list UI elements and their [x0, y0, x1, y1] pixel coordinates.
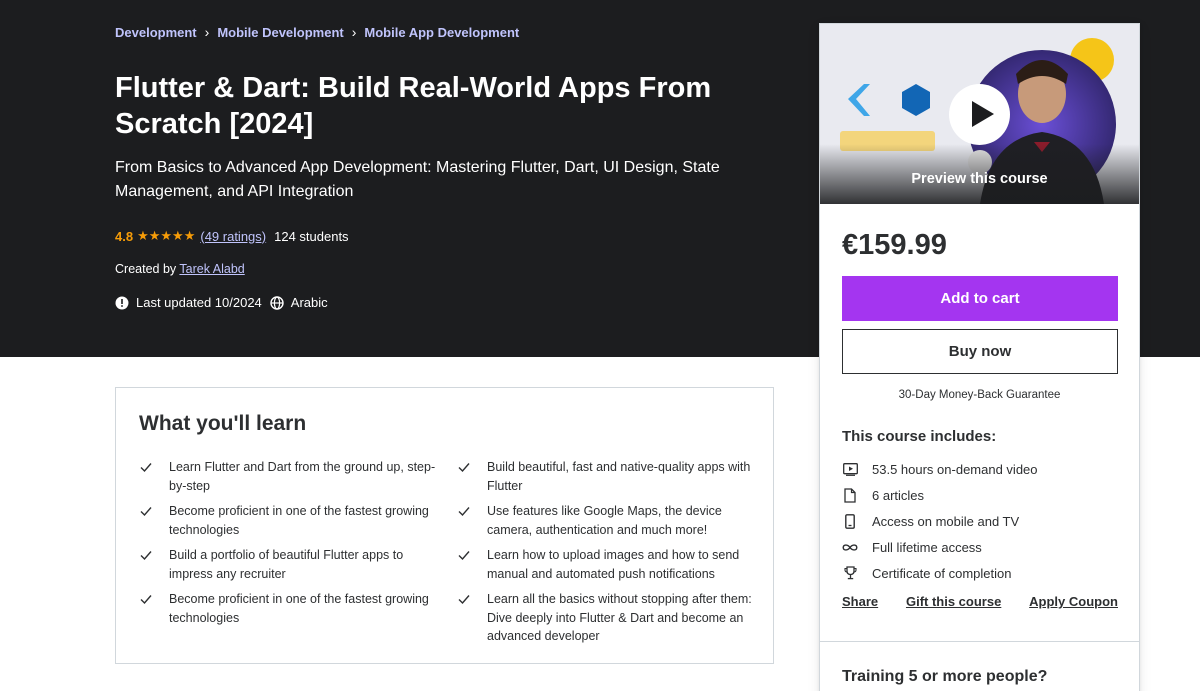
includes-item-text: Access on mobile and TV [872, 513, 1020, 529]
share-link[interactable]: Share [842, 594, 878, 609]
rating-value: 4.8 [115, 228, 134, 244]
rating-row: 4.8 ★★★★★ (49 ratings) 124 students [115, 228, 349, 244]
includes-item-text: 53.5 hours on-demand video [872, 461, 1038, 477]
includes-item: 53.5 hours on-demand video [842, 456, 1038, 482]
card-links: Share Gift this course Apply Coupon [842, 594, 1118, 609]
learn-item: Build beautiful, fast and native-quality… [457, 458, 757, 495]
course-preview[interactable]: Preview this course [820, 24, 1139, 204]
includes-item: Access on mobile and TV [842, 508, 1038, 534]
gift-course-link[interactable]: Gift this course [906, 594, 1001, 609]
learn-item: Learn how to upload images and how to se… [457, 546, 757, 583]
checkmark-icon [458, 551, 470, 561]
created-by: Created by Tarek Alabd [115, 262, 245, 276]
learn-item: Learn Flutter and Dart from the ground u… [139, 458, 439, 495]
mobile-icon [842, 513, 858, 529]
course-price: €159.99 [842, 229, 947, 261]
breadcrumb-mobile-app-development[interactable]: Mobile App Development [364, 25, 519, 40]
course-language: Arabic [290, 295, 328, 310]
chevron-right-icon: › [204, 24, 210, 40]
checkmark-icon [458, 595, 470, 605]
purchase-card: Preview this course €159.99 Add to cart … [819, 23, 1140, 691]
checkmark-icon [140, 551, 152, 561]
learn-item: Learn all the basics without stopping af… [457, 590, 757, 646]
alert-badge-icon [115, 296, 129, 309]
includes-item-text: Full lifetime access [872, 539, 982, 555]
card-divider [820, 641, 1139, 642]
includes-item-text: 6 articles [872, 487, 925, 503]
learn-item-text: Build a portfolio of beautiful Flutter a… [169, 548, 404, 581]
learn-item: Build a portfolio of beautiful Flutter a… [139, 546, 439, 583]
infinity-icon [842, 539, 858, 555]
breadcrumb-mobile-development[interactable]: Mobile Development [217, 25, 343, 40]
learn-item-text: Use features like Google Maps, the devic… [487, 504, 722, 537]
training-title: Training 5 or more people? [842, 668, 1048, 685]
includes-item-text: Certificate of completion [872, 565, 1012, 581]
learn-item: Become proficient in one of the fastest … [139, 502, 439, 539]
trophy-icon [842, 565, 858, 581]
play-icon[interactable] [949, 84, 1010, 145]
learn-item: Use features like Google Maps, the devic… [457, 502, 757, 539]
includes-item: Certificate of completion [842, 560, 1038, 586]
learn-list-right: Build beautiful, fast and native-quality… [457, 458, 757, 646]
checkmark-icon [140, 595, 152, 605]
learn-item-text: Become proficient in one of the fastest … [169, 592, 429, 625]
checkmark-icon [140, 463, 152, 473]
apply-coupon-link[interactable]: Apply Coupon [1029, 594, 1118, 609]
students-count: 124 students [274, 228, 349, 244]
course-meta: Last updated 10/2024 Arabic [115, 295, 328, 310]
learn-item-text: Build beautiful, fast and native-quality… [487, 460, 751, 493]
preview-label[interactable]: Preview this course [820, 171, 1139, 187]
learn-list-left: Learn Flutter and Dart from the ground u… [139, 458, 439, 627]
checkmark-icon [140, 507, 152, 517]
learn-item-text: Learn all the basics without stopping af… [487, 592, 752, 643]
course-title: Flutter & Dart: Build Real-World Apps Fr… [115, 72, 712, 140]
breadcrumb-development[interactable]: Development [115, 25, 197, 40]
includes-title: This course includes: [842, 428, 997, 445]
globe-icon [270, 295, 284, 310]
includes-item: Full lifetime access [842, 534, 1038, 560]
learn-item: Become proficient in one of the fastest … [139, 590, 439, 627]
buy-now-button[interactable]: Buy now [842, 329, 1118, 374]
created-by-label: Created by [115, 262, 177, 276]
money-back-guarantee: 30-Day Money-Back Guarantee [898, 389, 1061, 401]
course-subtitle: From Basics to Advanced App Development:… [115, 159, 720, 200]
learn-item-text: Learn how to upload images and how to se… [487, 548, 740, 581]
add-to-cart-button[interactable]: Add to cart [842, 276, 1118, 321]
chevron-right-icon: › [351, 24, 357, 40]
ratings-count-link[interactable]: (49 ratings) [200, 229, 266, 244]
breadcrumb: Development › Mobile Development › Mobil… [115, 24, 519, 40]
includes-list: 53.5 hours on-demand video 6 articles Ac… [842, 456, 1038, 586]
includes-item: 6 articles [842, 482, 1038, 508]
what-youll-learn: What you'll learn Learn Flutter and Dart… [115, 387, 774, 664]
video-icon [842, 461, 858, 477]
last-updated: Last updated 10/2024 [136, 295, 262, 310]
learn-item-text: Learn Flutter and Dart from the ground u… [169, 460, 436, 493]
file-icon [842, 487, 858, 503]
star-rating-icon: ★★★★★ [137, 228, 196, 243]
author-link[interactable]: Tarek Alabd [179, 262, 244, 276]
learn-title: What you'll learn [139, 412, 307, 435]
checkmark-icon [458, 463, 470, 473]
checkmark-icon [458, 507, 470, 517]
learn-item-text: Become proficient in one of the fastest … [169, 504, 429, 537]
